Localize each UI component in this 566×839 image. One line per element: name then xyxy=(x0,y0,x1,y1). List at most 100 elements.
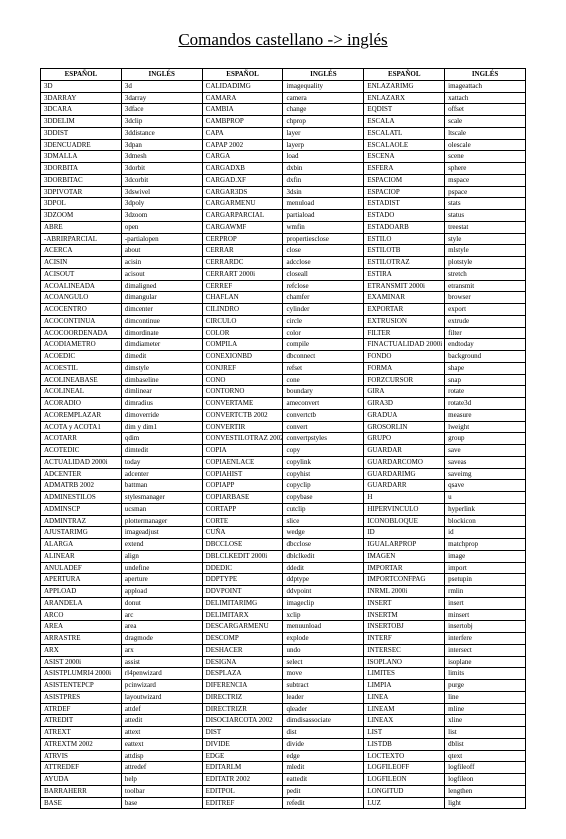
cell: GUARDARCOMO xyxy=(364,456,445,468)
cell: ACTUALIDAD 2000i xyxy=(41,456,122,468)
cell: HIPERVINCULO xyxy=(364,503,445,515)
cell: attdisp xyxy=(121,750,202,762)
cell: attext xyxy=(121,727,202,739)
table-row: ACISINacisinCERRARDCadccloseESTILOTRAZpl… xyxy=(41,257,526,269)
table-row: ATRDEFattdefDIRECTRIZRqleaderLINEAMmline xyxy=(41,703,526,715)
cell: dist xyxy=(283,727,364,739)
cell: edge xyxy=(283,750,364,762)
cell: ARX xyxy=(41,644,122,656)
cell: xclip xyxy=(283,609,364,621)
cell: layer xyxy=(283,127,364,139)
cell: ESTILOTRAZ xyxy=(364,257,445,269)
cell: ddptype xyxy=(283,574,364,586)
cell: 3dsin xyxy=(283,186,364,198)
cell: convertpstyles xyxy=(283,433,364,445)
cell: hyperlink xyxy=(445,503,526,515)
cell: camera xyxy=(283,92,364,104)
cell: menuload xyxy=(283,198,364,210)
cell: CARGADXB xyxy=(202,163,283,175)
cell: lweight xyxy=(445,421,526,433)
cell: 3DDELIM xyxy=(41,116,122,128)
cell: H xyxy=(364,492,445,504)
cell: insertobj xyxy=(445,621,526,633)
cell: CARGARPARCIAL xyxy=(202,210,283,222)
cell: qleader xyxy=(283,703,364,715)
cell: DBLCLKEDIT 2000i xyxy=(202,550,283,562)
cell: extend xyxy=(121,539,202,551)
table-row: ARCOarcDELIMITARXxclipINSERTMminsert xyxy=(41,609,526,621)
cell: battman xyxy=(121,480,202,492)
cell: GUARDARIMG xyxy=(364,468,445,480)
cell: ACOESTIL xyxy=(41,362,122,374)
table-row: 3DPOL3dpolyCARGARMENUmenuloadESTADISTsta… xyxy=(41,198,526,210)
cell: ATTREDEF xyxy=(41,762,122,774)
cell: ACOTARR xyxy=(41,433,122,445)
col-header: INGLÉS xyxy=(121,69,202,81)
cell: assist xyxy=(121,656,202,668)
table-row: ATREXTM 2002eattextDIVIDEdivideLISTDBdbl… xyxy=(41,738,526,750)
cell: menuunload xyxy=(283,621,364,633)
cell: chprop xyxy=(283,116,364,128)
cell: EXPORTAR xyxy=(364,304,445,316)
cell: CERRAR xyxy=(202,245,283,257)
cell: EXTRUSION xyxy=(364,315,445,327)
cell: GRUPO xyxy=(364,433,445,445)
table-row: ACISOUTacisoutCERRART 2000icloseallESTIR… xyxy=(41,268,526,280)
cell: CONVERTAME xyxy=(202,398,283,410)
table-row: ASISTPRESlayoutwizardDIRECTRIZleaderLINE… xyxy=(41,691,526,703)
cell: eattedit xyxy=(283,774,364,786)
cell: ACODIAMETRO xyxy=(41,339,122,351)
cell: ESPACIOM xyxy=(364,174,445,186)
cell: INTERSEC xyxy=(364,644,445,656)
table-row: 3D3dCALIDADIMGimagequalityENLAZARIMGimag… xyxy=(41,80,526,92)
cell: ACISOUT xyxy=(41,268,122,280)
cell: 3DMALLA xyxy=(41,151,122,163)
cell: CONTORNO xyxy=(202,386,283,398)
cell: partiaload xyxy=(283,210,364,222)
table-row: 3DARRAY3darrayCAMARAcameraENLAZARXxattac… xyxy=(41,92,526,104)
cell: attedit xyxy=(121,715,202,727)
cell: 3DCARA xyxy=(41,104,122,116)
table-row: ACOESTILdimstyleCONJREFrefsetFORMAshape xyxy=(41,362,526,374)
cell: 3DARRAY xyxy=(41,92,122,104)
cell: stretch xyxy=(445,268,526,280)
cell: COMPILA xyxy=(202,339,283,351)
cell: 3dzoom xyxy=(121,210,202,222)
table-row: ARRASTREdragmodeDESCOMPexplodeINTERFinte… xyxy=(41,633,526,645)
cell: light xyxy=(445,797,526,809)
cell: CARGA xyxy=(202,151,283,163)
cell: blockicon xyxy=(445,515,526,527)
table-row: -ABRIRPARCIAL-partialopenCERPROPproperti… xyxy=(41,233,526,245)
cell: ASIST 2000i xyxy=(41,656,122,668)
cell: COPIAPP xyxy=(202,480,283,492)
cell: acisout xyxy=(121,268,202,280)
cell: interfere xyxy=(445,633,526,645)
table-row: ADMINSCPucsmanCORTAPPcutclipHIPERVINCULO… xyxy=(41,503,526,515)
table-row: ACOLINEALdimlinearCONTORNOboundaryGIRAro… xyxy=(41,386,526,398)
cell: ADMATRB 2002 xyxy=(41,480,122,492)
cell: 3DDIST xyxy=(41,127,122,139)
cell: ESPACIOP xyxy=(364,186,445,198)
cell: CAMBIA xyxy=(202,104,283,116)
cell: DELIMITARX xyxy=(202,609,283,621)
cell: ameconvert xyxy=(283,398,364,410)
cell: psetupin xyxy=(445,574,526,586)
cell: dxfin xyxy=(283,174,364,186)
cell: limits xyxy=(445,668,526,680)
table-row: ACOCONTINUAdimcontinueCIRCULOcircleEXTRU… xyxy=(41,315,526,327)
cell: ASISTPRES xyxy=(41,691,122,703)
cell: CAPAP 2002 xyxy=(202,139,283,151)
cell: ACOLINEABASE xyxy=(41,374,122,386)
cell: dbconnect xyxy=(283,351,364,363)
cell: rotate3d xyxy=(445,398,526,410)
cell: CARGAWMF xyxy=(202,221,283,233)
cell: DIRECTRIZ xyxy=(202,691,283,703)
table-row: ASISTENTEPCPpcinwizardDIFERENCIAsubtract… xyxy=(41,680,526,692)
cell: arx xyxy=(121,644,202,656)
cell: shape xyxy=(445,362,526,374)
cell: measure xyxy=(445,409,526,421)
cell: CERRARDC xyxy=(202,257,283,269)
cell: copyhist xyxy=(283,468,364,480)
cell: ESTILOTB xyxy=(364,245,445,257)
cell: ANULADEF xyxy=(41,562,122,574)
